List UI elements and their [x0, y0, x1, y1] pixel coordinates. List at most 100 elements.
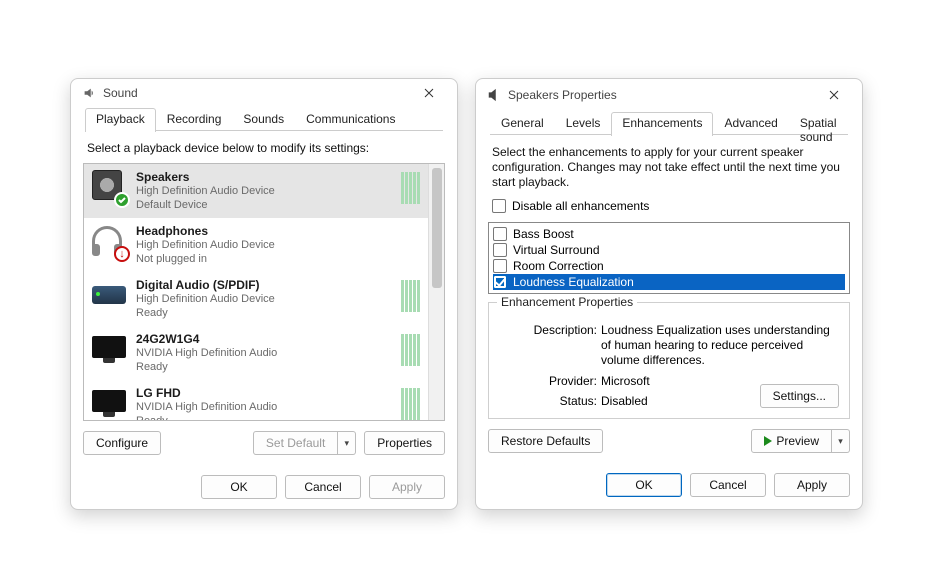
- sound-titlebar: Sound: [71, 79, 457, 107]
- tab-advanced[interactable]: Advanced: [713, 112, 788, 136]
- device-line2: High Definition Audio Device: [136, 292, 391, 306]
- status-val: Disabled: [601, 394, 648, 408]
- device-line3: Not plugged in: [136, 252, 420, 266]
- set-default-dropdown[interactable]: ▾: [338, 431, 356, 455]
- play-icon: [764, 436, 772, 446]
- close-button[interactable]: [812, 81, 856, 109]
- disable-all-row[interactable]: Disable all enhancements: [492, 198, 846, 214]
- enhancements-instruction: Select the enhancements to apply for you…: [492, 145, 846, 190]
- device-title: Digital Audio (S/PDIF): [136, 278, 391, 292]
- disable-all-checkbox[interactable]: [492, 199, 506, 213]
- tab-playback[interactable]: Playback: [85, 108, 156, 132]
- device-list-container: Speakers High Definition Audio Device De…: [83, 163, 445, 421]
- set-default-split[interactable]: Set Default ▾: [253, 431, 356, 455]
- checkbox[interactable]: [493, 227, 507, 241]
- device-line3: Ready: [136, 414, 391, 420]
- description-val: Loudness Equalization uses understanding…: [601, 323, 835, 368]
- sound-title: Sound: [103, 86, 407, 100]
- ok-button[interactable]: OK: [606, 473, 682, 497]
- device-digital-audio[interactable]: Digital Audio (S/PDIF) High Definition A…: [84, 272, 428, 326]
- restore-defaults-button[interactable]: Restore Defaults: [488, 429, 603, 453]
- default-badge-icon: [114, 192, 130, 208]
- device-headphones[interactable]: ↓ Headphones High Definition Audio Devic…: [84, 218, 428, 272]
- set-default-button[interactable]: Set Default: [253, 431, 338, 455]
- cancel-button[interactable]: Cancel: [690, 473, 766, 497]
- device-line2: High Definition Audio Device: [136, 238, 420, 252]
- speaker-icon: [486, 87, 502, 103]
- monitor-icon: [92, 332, 126, 366]
- playback-instruction: Select a playback device below to modify…: [87, 141, 441, 155]
- scrollbar[interactable]: [428, 164, 444, 420]
- props-title: Speakers Properties: [508, 88, 812, 102]
- device-line2: NVIDIA High Definition Audio: [136, 346, 391, 360]
- headphones-icon: ↓: [92, 224, 126, 258]
- preview-split[interactable]: Preview ▾: [751, 429, 850, 453]
- sound-icon: [81, 85, 97, 101]
- enh-bass-boost[interactable]: Bass Boost: [493, 226, 845, 242]
- settings-button[interactable]: Settings...: [760, 384, 839, 408]
- checkbox[interactable]: [493, 243, 507, 257]
- apply-button[interactable]: Apply: [774, 473, 850, 497]
- device-title: Headphones: [136, 224, 420, 238]
- device-line3: Ready: [136, 360, 391, 374]
- device-line3: Default Device: [136, 198, 391, 212]
- level-meter: [401, 388, 420, 420]
- speakers-properties-dialog: Speakers Properties General Levels Enhan…: [475, 78, 863, 510]
- device-line2: High Definition Audio Device: [136, 184, 391, 198]
- sound-tabs: Playback Recording Sounds Communications: [85, 107, 443, 131]
- preview-button[interactable]: Preview: [751, 429, 832, 453]
- checkbox[interactable]: [493, 259, 507, 273]
- device-monitor-2[interactable]: LG FHD NVIDIA High Definition Audio Read…: [84, 380, 428, 420]
- close-button[interactable]: [407, 79, 451, 107]
- device-speakers[interactable]: Speakers High Definition Audio Device De…: [84, 164, 428, 218]
- disable-all-label: Disable all enhancements: [512, 199, 649, 213]
- unplugged-badge-icon: ↓: [114, 246, 130, 262]
- monitor-icon: [92, 386, 126, 420]
- provider-key: Provider:: [515, 374, 601, 388]
- preview-dropdown[interactable]: ▾: [832, 429, 850, 453]
- properties-button[interactable]: Properties: [364, 431, 445, 455]
- tab-levels[interactable]: Levels: [555, 112, 612, 136]
- level-meter: [401, 334, 420, 366]
- device-line3: Ready: [136, 306, 391, 320]
- sound-dialog: Sound Playback Recording Sounds Communic…: [70, 78, 458, 510]
- enh-label: Room Correction: [513, 259, 604, 273]
- checkbox[interactable]: [493, 275, 507, 289]
- tab-general[interactable]: General: [490, 112, 555, 136]
- preview-label: Preview: [776, 434, 819, 448]
- group-legend: Enhancement Properties: [497, 295, 637, 309]
- device-list[interactable]: Speakers High Definition Audio Device De…: [84, 164, 428, 420]
- device-title: 24G2W1G4: [136, 332, 391, 346]
- device-line2: NVIDIA High Definition Audio: [136, 400, 391, 414]
- configure-button[interactable]: Configure: [83, 431, 161, 455]
- ok-button[interactable]: OK: [201, 475, 277, 499]
- level-meter: [401, 172, 420, 204]
- device-title: Speakers: [136, 170, 391, 184]
- props-tabs: General Levels Enhancements Advanced Spa…: [490, 111, 848, 135]
- scrollbar-thumb[interactable]: [432, 168, 442, 288]
- status-key: Status:: [515, 394, 601, 408]
- tab-enhancements[interactable]: Enhancements: [611, 112, 713, 136]
- cancel-button[interactable]: Cancel: [285, 475, 361, 499]
- props-dialog-buttons: OK Cancel Apply: [476, 463, 862, 509]
- description-key: Description:: [515, 323, 601, 368]
- device-title: LG FHD: [136, 386, 391, 400]
- speaker-icon: [92, 170, 126, 204]
- sound-dialog-buttons: OK Cancel Apply: [71, 465, 457, 511]
- tab-recording[interactable]: Recording: [156, 108, 233, 132]
- enh-label: Virtual Surround: [513, 243, 600, 257]
- enh-virtual-surround[interactable]: Virtual Surround: [493, 242, 845, 258]
- enhancements-list: Bass Boost Virtual Surround Room Correct…: [488, 222, 850, 294]
- device-monitor-1[interactable]: 24G2W1G4 NVIDIA High Definition Audio Re…: [84, 326, 428, 380]
- apply-button[interactable]: Apply: [369, 475, 445, 499]
- spdif-icon: [92, 278, 126, 312]
- enh-loudness-equalization[interactable]: Loudness Equalization: [493, 274, 845, 290]
- enh-label: Bass Boost: [513, 227, 574, 241]
- level-meter: [401, 280, 420, 312]
- props-titlebar: Speakers Properties: [476, 79, 862, 111]
- enh-room-correction[interactable]: Room Correction: [493, 258, 845, 274]
- tab-sounds[interactable]: Sounds: [232, 108, 295, 132]
- enhancement-properties-group: Enhancement Properties Description: Loud…: [488, 302, 850, 419]
- tab-spatial-sound[interactable]: Spatial sound: [789, 112, 848, 136]
- tab-communications[interactable]: Communications: [295, 108, 406, 132]
